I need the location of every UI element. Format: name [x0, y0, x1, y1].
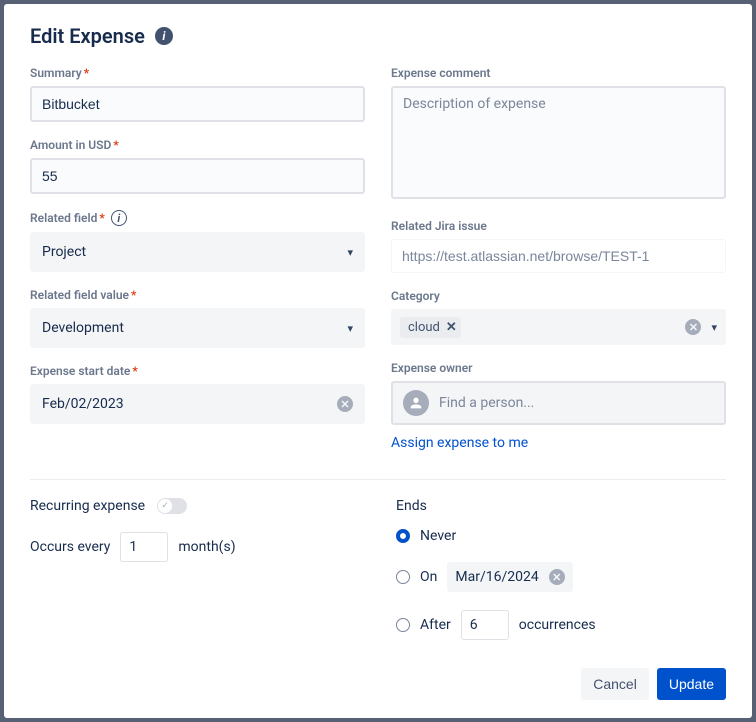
update-button[interactable]: Update [657, 668, 726, 700]
recurring-label: Recurring expense [30, 498, 145, 514]
ends-label: Ends [396, 498, 726, 514]
ends-after-row[interactable]: After occurrences [396, 610, 726, 640]
recurring-column: Recurring expense Occurs every month(s) [30, 498, 360, 640]
assign-to-me-link[interactable]: Assign expense to me [391, 435, 726, 451]
jira-label: Related Jira issue [391, 219, 726, 233]
start-date-label: Expense start date* [30, 364, 365, 378]
jira-input[interactable] [391, 239, 726, 273]
occurs-prefix: Occurs every [30, 539, 110, 555]
related-field-label: Related field* i [30, 210, 365, 226]
cancel-button[interactable]: Cancel [581, 668, 649, 700]
recurring-toggle[interactable] [157, 498, 187, 514]
summary-input[interactable] [30, 86, 365, 122]
left-column: Summary* Amount in USD* Related field* i… [30, 66, 365, 467]
divider [30, 479, 726, 480]
chevron-down-icon: ▾ [347, 322, 353, 335]
occurs-suffix: month(s) [178, 539, 235, 555]
related-field-value-label: Related field value* [30, 288, 365, 302]
category-tag: cloud ✕ [400, 317, 461, 338]
ends-after-input[interactable] [461, 610, 509, 640]
ends-column: Ends Never On Mar/16/2024 ✕ After [386, 498, 726, 640]
clear-icon[interactable]: ✕ [337, 396, 353, 412]
page-title: Edit Expense [30, 24, 145, 48]
clear-icon[interactable]: ✕ [685, 319, 701, 335]
start-date-input[interactable]: Feb/02/2023 ✕ [30, 384, 365, 424]
person-icon [403, 390, 429, 416]
ends-after-radio[interactable] [396, 618, 410, 632]
category-label: Category [391, 289, 726, 303]
ends-on-date[interactable]: Mar/16/2024 ✕ [447, 562, 572, 592]
comment-textarea[interactable] [391, 86, 726, 199]
ends-never-row[interactable]: Never [396, 528, 726, 544]
modal-footer: Cancel Update [30, 668, 726, 700]
category-select[interactable]: cloud ✕ ✕ ▾ [391, 309, 726, 345]
tag-remove-icon[interactable]: ✕ [446, 320, 457, 335]
amount-label: Amount in USD* [30, 138, 365, 152]
ends-on-row[interactable]: On Mar/16/2024 ✕ [396, 562, 726, 592]
related-field-select[interactable]: Project ▾ [30, 232, 365, 272]
ends-never-radio[interactable] [396, 529, 410, 543]
edit-expense-modal: Edit Expense i Summary* Amount in USD* R… [4, 4, 752, 718]
owner-label: Expense owner [391, 361, 726, 375]
amount-input[interactable] [30, 158, 365, 194]
right-column: Expense comment Related Jira issue Categ… [391, 66, 726, 467]
chevron-down-icon: ▾ [347, 246, 353, 259]
info-icon[interactable]: i [111, 210, 127, 226]
chevron-down-icon: ▾ [711, 321, 717, 334]
comment-label: Expense comment [391, 66, 726, 80]
owner-input[interactable]: Find a person... [391, 381, 726, 425]
modal-header: Edit Expense i [30, 24, 726, 48]
info-icon[interactable]: i [155, 27, 173, 45]
related-field-value-select[interactable]: Development ▾ [30, 308, 365, 348]
ends-on-radio[interactable] [396, 570, 410, 584]
occurs-input[interactable] [120, 532, 168, 562]
clear-icon[interactable]: ✕ [549, 569, 565, 585]
summary-label: Summary* [30, 66, 365, 80]
